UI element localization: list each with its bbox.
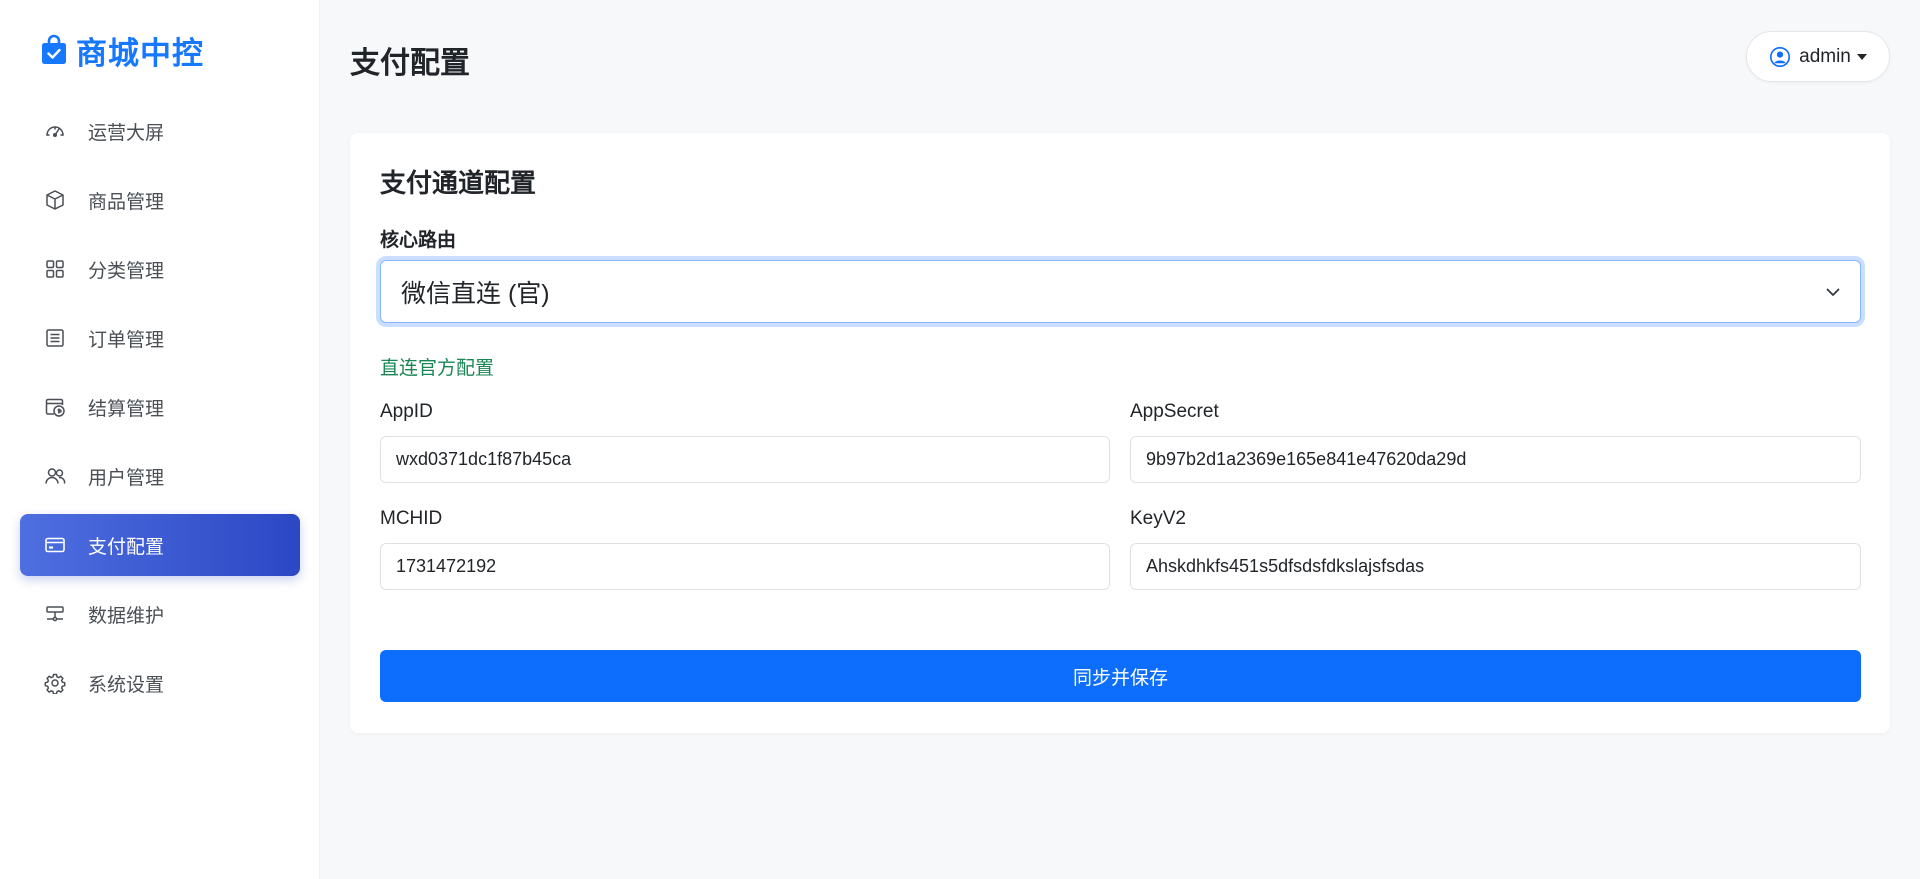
keyv2-input[interactable]: Ahskdhkfs451s5dfsdsfdkslajsfsdas bbox=[1130, 543, 1861, 590]
sidebar-item-label: 订单管理 bbox=[88, 329, 165, 351]
direct-config-label: 直连官方配置 bbox=[380, 358, 495, 379]
gear-icon bbox=[44, 672, 66, 694]
credit-card-icon bbox=[44, 534, 66, 556]
people-icon bbox=[44, 465, 66, 487]
appsecret-input[interactable]: 9b97b2d1a2369e165e841e47620da29d bbox=[1130, 436, 1861, 483]
sync-save-button[interactable]: 同步并保存 bbox=[380, 650, 1861, 702]
sidebar-item-label: 结算管理 bbox=[88, 398, 165, 420]
brand-name: 商城中控 bbox=[76, 35, 204, 71]
person-circle-icon bbox=[1770, 46, 1791, 67]
appsecret-label: AppSecret bbox=[1130, 401, 1219, 422]
core-route-label: 核心路由 bbox=[380, 230, 457, 251]
appid-label: AppID bbox=[380, 401, 433, 422]
box-icon bbox=[44, 189, 66, 211]
core-route-select[interactable]: 微信直连 (官) bbox=[380, 260, 1861, 323]
sidebar-item-categories[interactable]: 分类管理 bbox=[20, 238, 300, 300]
user-menu-button[interactable]: admin bbox=[1746, 31, 1890, 82]
sidebar-item-payment[interactable]: 支付配置 bbox=[20, 514, 300, 576]
sidebar-item-label: 商品管理 bbox=[88, 191, 165, 213]
caret-down-icon bbox=[1856, 53, 1867, 60]
mchid-input[interactable]: 1731472192 bbox=[380, 543, 1110, 590]
sidebar-item-dashboard[interactable]: 运营大屏 bbox=[20, 100, 300, 162]
keyv2-label: KeyV2 bbox=[1130, 508, 1186, 529]
appid-input[interactable]: wxd0371dc1f87b45ca bbox=[380, 436, 1110, 483]
brand[interactable]: 商城中控 bbox=[40, 30, 204, 71]
database-tool-icon bbox=[44, 603, 66, 625]
shopping-bag-check-icon bbox=[42, 34, 66, 64]
speedometer-icon bbox=[44, 120, 66, 142]
sidebar: 商城中控 运营大屏 商品管理 分类管理 订单管理 结算管理 用户管理 支付配置 … bbox=[0, 0, 320, 879]
sidebar-item-settings[interactable]: 系统设置 bbox=[20, 652, 300, 714]
grid-icon bbox=[44, 258, 66, 280]
receipt-icon bbox=[44, 327, 66, 349]
chevron-down-icon bbox=[1826, 288, 1840, 296]
mchid-label: MCHID bbox=[380, 508, 443, 529]
sidebar-item-label: 用户管理 bbox=[88, 467, 165, 489]
payment-channel-card: 支付通道配置 核心路由 微信直连 (官) 直连官方配置 AppID wxd037… bbox=[350, 133, 1890, 733]
sidebar-nav: 运营大屏 商品管理 分类管理 订单管理 结算管理 用户管理 支付配置 数据维护 … bbox=[20, 100, 300, 721]
cash-calendar-icon bbox=[44, 396, 66, 418]
sidebar-item-label: 数据维护 bbox=[88, 605, 165, 627]
sidebar-item-products[interactable]: 商品管理 bbox=[20, 169, 300, 231]
sidebar-item-settlement[interactable]: 结算管理 bbox=[20, 376, 300, 438]
user-name: admin bbox=[1799, 45, 1851, 67]
sidebar-item-users[interactable]: 用户管理 bbox=[20, 445, 300, 507]
sidebar-item-orders[interactable]: 订单管理 bbox=[20, 307, 300, 369]
sidebar-item-label: 运营大屏 bbox=[88, 122, 165, 144]
sidebar-item-label: 分类管理 bbox=[88, 260, 165, 282]
card-title: 支付通道配置 bbox=[380, 168, 537, 198]
sidebar-item-label: 系统设置 bbox=[88, 674, 165, 696]
core-route-selected-value: 微信直连 (官) bbox=[401, 279, 550, 308]
page-title: 支付配置 bbox=[350, 47, 470, 80]
sidebar-item-label: 支付配置 bbox=[88, 536, 165, 558]
sidebar-item-data-maintenance[interactable]: 数据维护 bbox=[20, 583, 300, 645]
